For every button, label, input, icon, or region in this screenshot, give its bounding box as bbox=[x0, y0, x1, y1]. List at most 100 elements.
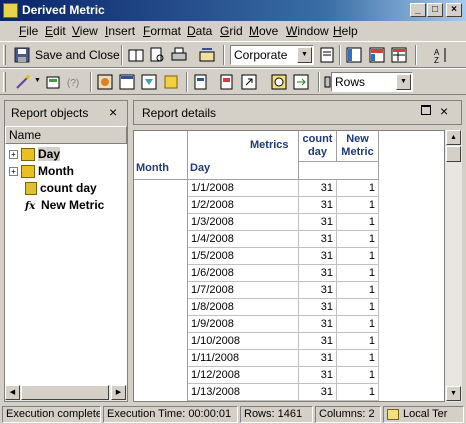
sort-icon[interactable]: AZ bbox=[432, 46, 450, 64]
tree-item-month[interactable]: + Month bbox=[9, 164, 74, 181]
cell-new-metric[interactable]: 1 bbox=[337, 282, 379, 299]
cell-count-day[interactable]: 31 bbox=[299, 367, 337, 384]
menu-window[interactable]: Window bbox=[286, 24, 329, 38]
scroll-left-icon[interactable]: ◀ bbox=[5, 385, 20, 400]
menu-grid[interactable]: Grid bbox=[220, 24, 243, 38]
cell-day[interactable]: 1/2/2008 bbox=[188, 197, 299, 214]
minimize-button[interactable]: _ bbox=[410, 3, 426, 17]
col-header-new-metric[interactable]: New Metric bbox=[337, 131, 379, 162]
book-icon[interactable] bbox=[127, 46, 145, 64]
row-header-month[interactable]: Month bbox=[136, 162, 169, 174]
tree-item-count-day[interactable]: count day bbox=[25, 181, 97, 198]
cell-day[interactable]: 1/1/2008 bbox=[188, 180, 299, 197]
tree-item-new-metric[interactable]: fx New Metric bbox=[25, 198, 104, 215]
maximize-button[interactable]: □ bbox=[427, 3, 443, 17]
metrics-label[interactable]: Metrics bbox=[250, 139, 289, 151]
cell-day[interactable]: 1/7/2008 bbox=[188, 282, 299, 299]
cell-new-metric[interactable]: 1 bbox=[337, 384, 379, 401]
scroll-up-icon[interactable]: ▲ bbox=[446, 130, 461, 145]
toolbar-grip[interactable] bbox=[3, 72, 6, 92]
cell-new-metric[interactable]: 1 bbox=[337, 350, 379, 367]
vertical-scrollbar[interactable]: ▲ ▼ bbox=[445, 130, 462, 402]
formula-icon[interactable]: (?) bbox=[66, 73, 84, 91]
cell-new-metric[interactable]: 1 bbox=[337, 214, 379, 231]
save-and-close-button[interactable]: Save and Close bbox=[11, 45, 121, 65]
menu-edit[interactable]: Edit bbox=[45, 24, 66, 38]
grid-pivot-icon[interactable] bbox=[368, 46, 386, 64]
cell-day[interactable]: 1/8/2008 bbox=[188, 299, 299, 316]
cell-count-day[interactable]: 31 bbox=[299, 180, 337, 197]
close-button[interactable]: × bbox=[446, 3, 462, 17]
scrollbar-thumb[interactable] bbox=[446, 146, 461, 162]
expand-icon[interactable]: + bbox=[9, 167, 18, 177]
cell-new-metric[interactable]: 1 bbox=[337, 231, 379, 248]
drill-icon[interactable] bbox=[218, 73, 236, 91]
col-header-count-day[interactable]: count day bbox=[299, 131, 337, 162]
cell-new-metric[interactable]: 1 bbox=[337, 299, 379, 316]
menu-data[interactable]: Data bbox=[187, 24, 212, 38]
cell-count-day[interactable]: 31 bbox=[299, 231, 337, 248]
cell-day[interactable]: 1/9/2008 bbox=[188, 316, 299, 333]
template-select[interactable]: Corporate ▼ bbox=[230, 45, 314, 65]
cell-new-metric[interactable]: 1 bbox=[337, 316, 379, 333]
view-filter-icon[interactable] bbox=[140, 73, 158, 91]
cell-count-day[interactable]: 31 bbox=[299, 333, 337, 350]
scroll-down-icon[interactable]: ▼ bbox=[446, 386, 461, 401]
page-by-icon[interactable] bbox=[192, 73, 210, 91]
cell-day[interactable]: 1/11/2008 bbox=[188, 350, 299, 367]
cell-new-metric[interactable]: 1 bbox=[337, 333, 379, 350]
cell-count-day[interactable]: 31 bbox=[299, 282, 337, 299]
menu-move[interactable]: Move bbox=[249, 24, 278, 38]
chevron-down-icon[interactable]: ▼ bbox=[34, 77, 41, 84]
print-icon[interactable] bbox=[170, 46, 188, 64]
cell-new-metric[interactable]: 1 bbox=[337, 180, 379, 197]
cell-new-metric[interactable]: 1 bbox=[337, 265, 379, 282]
cell-day[interactable]: 1/4/2008 bbox=[188, 231, 299, 248]
name-column-header[interactable]: Name bbox=[5, 126, 127, 144]
cell-new-metric[interactable]: 1 bbox=[337, 197, 379, 214]
cell-day[interactable]: 1/5/2008 bbox=[188, 248, 299, 265]
wizard-icon[interactable] bbox=[198, 46, 216, 64]
menu-view[interactable]: View bbox=[72, 24, 98, 38]
report-data-icon[interactable] bbox=[118, 73, 136, 91]
cell-new-metric[interactable]: 1 bbox=[337, 367, 379, 384]
schedule-icon[interactable] bbox=[270, 73, 288, 91]
close-icon[interactable]: × bbox=[440, 103, 448, 119]
cell-day[interactable]: 1/3/2008 bbox=[188, 214, 299, 231]
cell-count-day[interactable]: 31 bbox=[299, 316, 337, 333]
cell-day[interactable]: 1/12/2008 bbox=[188, 367, 299, 384]
grid-view-icon[interactable] bbox=[390, 46, 408, 64]
magic-wand-icon[interactable] bbox=[14, 73, 32, 91]
cell-count-day[interactable]: 31 bbox=[299, 248, 337, 265]
document-icon[interactable] bbox=[318, 46, 336, 64]
filter-icon[interactable] bbox=[96, 73, 114, 91]
cell-count-day[interactable]: 31 bbox=[299, 384, 337, 401]
cell-count-day[interactable]: 31 bbox=[299, 299, 337, 316]
print-preview-icon[interactable] bbox=[148, 46, 166, 64]
menu-insert[interactable]: Insert bbox=[105, 24, 135, 38]
link-icon[interactable] bbox=[240, 73, 258, 91]
cell-count-day[interactable]: 31 bbox=[299, 350, 337, 367]
axis-select[interactable]: Rows ▼ bbox=[331, 72, 413, 92]
chevron-down-icon[interactable]: ▼ bbox=[396, 74, 411, 90]
expand-icon[interactable]: + bbox=[9, 150, 18, 160]
cell-day[interactable]: 1/10/2008 bbox=[188, 333, 299, 350]
export-icon[interactable] bbox=[292, 73, 310, 91]
chevron-down-icon[interactable]: ▼ bbox=[297, 47, 312, 63]
cell-count-day[interactable]: 31 bbox=[299, 265, 337, 282]
horizontal-scrollbar[interactable]: ◀ ▶ bbox=[5, 385, 127, 401]
note-icon[interactable] bbox=[162, 73, 180, 91]
maximize-icon[interactable] bbox=[421, 105, 431, 115]
cell-day[interactable]: 1/13/2008 bbox=[188, 384, 299, 401]
scrollbar-thumb[interactable] bbox=[21, 385, 109, 400]
calculator-icon[interactable] bbox=[44, 73, 62, 91]
row-header-day[interactable]: Day bbox=[190, 162, 210, 174]
cell-count-day[interactable]: 31 bbox=[299, 197, 337, 214]
grid-columns-icon[interactable] bbox=[345, 46, 363, 64]
tree-item-day[interactable]: + Day bbox=[9, 147, 61, 164]
menu-format[interactable]: Format bbox=[143, 24, 181, 38]
scroll-right-icon[interactable]: ▶ bbox=[111, 385, 126, 400]
close-icon[interactable]: × bbox=[109, 104, 117, 120]
cell-count-day[interactable]: 31 bbox=[299, 214, 337, 231]
toolbar-grip[interactable] bbox=[3, 45, 6, 65]
